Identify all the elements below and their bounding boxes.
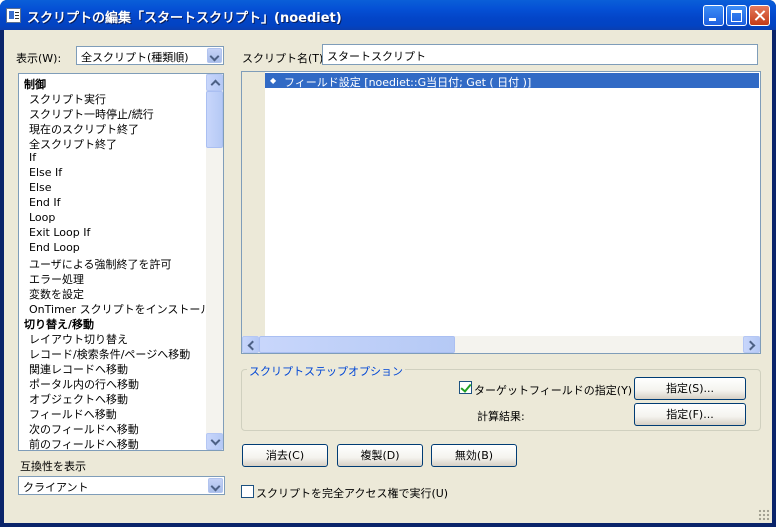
scroll-thumb[interactable] <box>206 91 223 148</box>
list-item[interactable]: 現在のスクリプト終了 <box>29 121 139 137</box>
full-access-label: スクリプトを完全アクセス権で実行(U) <box>256 487 449 500</box>
list-item[interactable]: End If <box>29 196 61 209</box>
script-step-row[interactable]: ◆ フィールド設定 [noediet::G当日付; Get ( 日付 )] <box>265 73 759 89</box>
scroll-right-icon[interactable] <box>743 336 760 353</box>
list-item[interactable]: 前のフィールドへ移動 <box>29 436 139 450</box>
resize-grip-icon[interactable] <box>758 509 770 521</box>
chevron-down-icon[interactable] <box>208 478 223 493</box>
script-name-value: スタートスクリプト <box>327 50 426 63</box>
list-item[interactable]: 関連レコードへ移動 <box>29 361 128 377</box>
script-edit-window: スクリプトの編集「スタートスクリプト」(noediet) 表示(W): 全スクリ… <box>0 0 776 527</box>
specify-target-button[interactable]: 指定(S)... <box>634 377 746 400</box>
list-item[interactable]: フィールドへ移動 <box>29 406 117 422</box>
list-item[interactable]: オブジェクトへ移動 <box>29 391 128 407</box>
view-label: 表示(W): <box>16 52 62 65</box>
scroll-down-icon[interactable] <box>206 433 223 450</box>
list-item[interactable]: If <box>29 151 36 164</box>
window-title: スクリプトの編集「スタートスクリプト」(noediet) <box>27 11 342 26</box>
target-field-checkbox[interactable] <box>459 381 472 394</box>
list-item[interactable]: スクリプト実行 <box>29 91 106 107</box>
list-item[interactable]: エラー処理 <box>29 271 84 287</box>
list-item[interactable]: レコード/検索条件/ページへ移動 <box>29 346 190 362</box>
disable-button[interactable]: 無効(B) <box>431 444 517 467</box>
scroll-left-icon[interactable] <box>242 336 259 353</box>
hscroll-thumb[interactable] <box>259 336 455 353</box>
list-item[interactable]: ポータル内の行へ移動 <box>29 376 139 392</box>
script-steps-list[interactable]: 制御 スクリプト実行 スクリプト一時停止/続行 現在のスクリプト終了 全スクリプト終了 I… <box>18 73 224 451</box>
list-item[interactable]: Loop <box>29 211 55 224</box>
close-icon[interactable] <box>749 5 770 26</box>
list-item[interactable]: レイアウト切り替え <box>29 331 128 347</box>
script-editor[interactable]: ◆ フィールド設定 [noediet::G当日付; Get ( 日付 )] <box>241 71 761 354</box>
title-bar[interactable]: スクリプトの編集「スタートスクリプト」(noediet) <box>0 0 776 30</box>
editor-hscrollbar[interactable] <box>242 336 760 353</box>
list-item[interactable]: 変数を設定 <box>29 286 84 302</box>
list-category[interactable]: 切り替え/移動 <box>24 316 94 332</box>
steps-list-scrollbar[interactable] <box>206 74 223 450</box>
list-category[interactable]: 制御 <box>24 76 46 92</box>
maximize-icon[interactable] <box>726 5 747 26</box>
clear-button[interactable]: 消去(C) <box>242 444 328 467</box>
calc-result-label: 計算結果: <box>477 410 525 423</box>
app-icon <box>6 8 21 23</box>
scroll-up-icon[interactable] <box>206 74 223 91</box>
compat-select[interactable]: クライアント <box>18 476 225 495</box>
list-item[interactable]: Else <box>29 181 52 194</box>
compat-label: 互換性を表示 <box>20 460 86 473</box>
compat-select-value: クライアント <box>23 481 89 494</box>
list-item[interactable]: 次のフィールドへ移動 <box>29 421 139 437</box>
list-item[interactable]: OnTimer スクリプトをインストール <box>29 301 211 317</box>
step-options-title: スクリプトステップオプション <box>247 363 405 379</box>
script-name-input[interactable]: スタートスクリプト <box>322 44 758 65</box>
list-item[interactable]: ユーザによる強制終了を許可 <box>29 256 171 272</box>
dialog-body: 表示(W): 全スクリプト(種類順) スクリプト名(T): スタートスクリプト … <box>4 30 772 523</box>
target-field-label: ターゲットフィールドの指定(Y) <box>474 384 633 397</box>
minimize-icon[interactable] <box>703 5 724 26</box>
step-move-icon[interactable]: ◆ <box>270 76 276 85</box>
script-step-text: フィールド設定 [noediet::G当日付; Get ( 日付 )] <box>284 76 532 89</box>
chevron-down-icon[interactable] <box>207 48 222 63</box>
view-select-value: 全スクリプト(種類順) <box>81 51 189 64</box>
duplicate-button[interactable]: 複製(D) <box>337 444 423 467</box>
list-item[interactable]: 全スクリプト終了 <box>29 136 117 152</box>
editor-gutter <box>242 72 265 336</box>
list-item[interactable]: Exit Loop If <box>29 226 90 239</box>
full-access-checkbox[interactable] <box>241 485 254 498</box>
list-item[interactable]: End Loop <box>29 241 80 254</box>
list-item[interactable]: Else If <box>29 166 62 179</box>
script-name-label: スクリプト名(T): <box>242 52 328 65</box>
view-select[interactable]: 全スクリプト(種類順) <box>76 46 224 65</box>
list-item[interactable]: スクリプト一時停止/続行 <box>29 106 154 122</box>
specify-calc-button[interactable]: 指定(F)... <box>634 403 746 426</box>
